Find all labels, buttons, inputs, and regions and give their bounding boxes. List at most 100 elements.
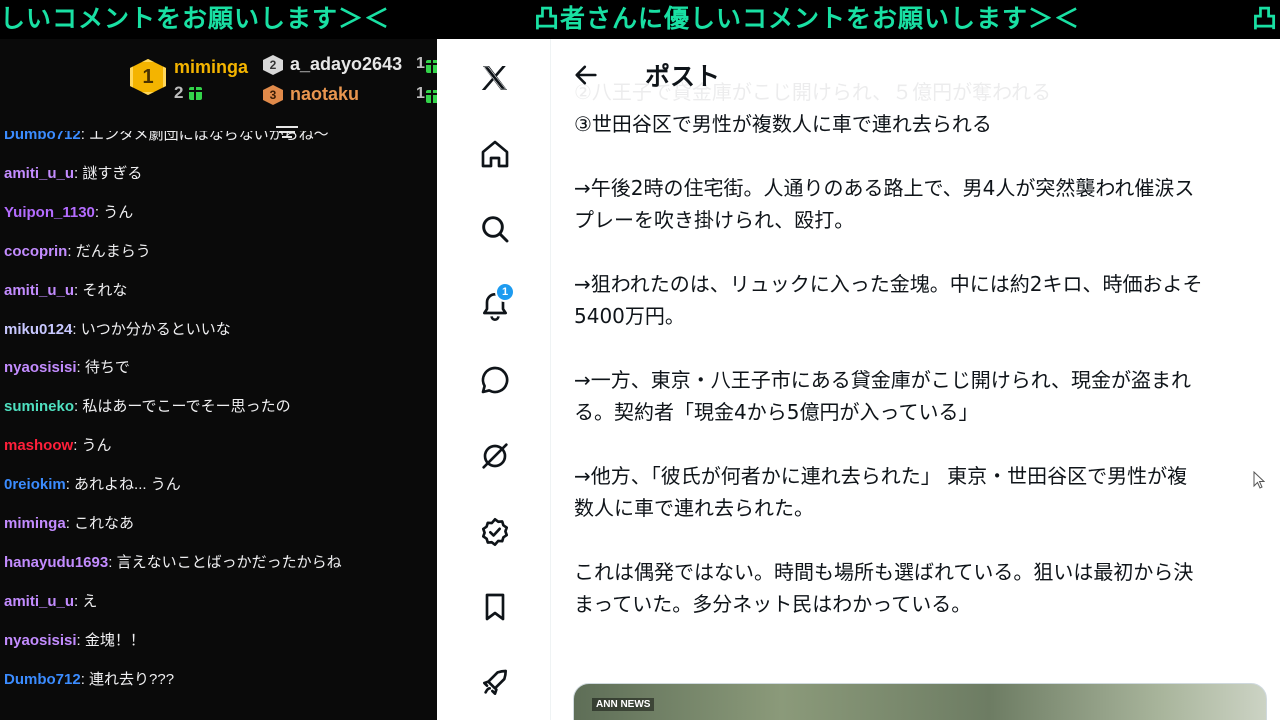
rank-1-badge: 1: [130, 59, 166, 95]
chat-username[interactable]: miku0124: [4, 321, 72, 338]
chat-message-text: うん: [81, 437, 112, 455]
leaderboard-third-name[interactable]: naotaku: [290, 84, 359, 105]
leaderboard-first-name[interactable]: miminga: [174, 57, 248, 78]
x-logo-icon[interactable]: [475, 58, 515, 98]
notification-count-badge: 1: [495, 282, 515, 302]
chat-separator: :: [76, 631, 85, 649]
x-post-view: 1 ②八王子で貸金庫がこじ開けられ、５億円が奪われる③世田谷区で男性が複数人に車…: [437, 39, 1280, 720]
chat-username[interactable]: cocoprin: [4, 243, 67, 260]
chat-message: 0reiokim: あれよね... うん: [4, 473, 181, 497]
ticker-text-right: 凸: [1252, 4, 1279, 33]
post-text-line: プレーを吹き掛けられ、殴打。: [574, 208, 855, 232]
ticker-text-left: しいコメントをお願いします＞＜: [0, 4, 391, 33]
leaderboard-second-name[interactable]: a_adayo2643: [290, 54, 402, 75]
chat-message-text: エンタメ劇団にはならないからね〜: [89, 131, 329, 143]
post-media-thumbnail[interactable]: ANN NEWS: [573, 683, 1267, 720]
chat-message: miminga: これなあ: [4, 512, 134, 536]
chat-username[interactable]: Yuipon_1130: [4, 204, 95, 221]
chat-message: nyaosisisi: 金塊！！: [4, 629, 145, 653]
stream-chat-panel: 1 miminga 2 2 a_adayo2643 1 3 naotaku 1 …: [0, 39, 437, 720]
chat-message-list: Dumbo712: エンタメ劇団にはならないからね〜 amiti_u_u: 謎すぎ…: [0, 131, 437, 720]
page-title: ポスト: [645, 62, 721, 91]
chat-separator: :: [73, 437, 82, 455]
post-detail-column: ②八王子で貸金庫がこじ開けられ、５億円が奪われる③世田谷区で男性が複数人に車で連…: [552, 39, 1280, 720]
chat-message-text: うん: [103, 203, 134, 221]
chat-username[interactable]: nyaosisisi: [4, 359, 77, 376]
chat-separator: :: [80, 131, 90, 143]
leaderboard-third-count: 1: [416, 85, 425, 103]
chat-message: hanayudu1693: 言えないことばっかだったからね: [4, 551, 342, 575]
chat-message: amiti_u_u: え: [4, 590, 97, 614]
ticker-text-mid: 凸者さんに優しいコメントをお願いします＞＜: [534, 4, 1081, 33]
chat-separator: :: [65, 515, 75, 532]
chat-separator: :: [65, 476, 75, 494]
chat-username[interactable]: amiti_u_u: [4, 282, 74, 299]
leaderboard-second-count-value: 1: [416, 55, 425, 72]
x-sidebar-nav: 1: [437, 39, 551, 720]
messages-icon[interactable]: [475, 360, 515, 400]
leaderboard-second-count: 1: [416, 55, 425, 73]
chat-message: mashoow: うん: [4, 434, 112, 458]
back-arrow-icon[interactable]: [572, 61, 600, 89]
chat-message: amiti_u_u: 謎すぎる: [4, 162, 142, 186]
rank-3-badge: 3: [263, 85, 283, 105]
chat-message: sumineko: 私はあーでこーでそー思ったの: [4, 395, 291, 419]
post-text-line: →他方、「彼氏が何者かに連れ去られた」 東京・世田谷区で男性が複: [574, 464, 1188, 488]
chat-username[interactable]: sumineko: [4, 398, 74, 415]
post-text-line: ③世田谷区で男性が複数人に車で連れ去られる: [574, 112, 992, 136]
chat-message-text: それな: [82, 281, 128, 299]
chat-username[interactable]: 0reiokim: [4, 476, 66, 493]
chat-message: nyaosisisi: 待ちで: [4, 356, 130, 380]
grok-icon[interactable]: [475, 436, 515, 476]
chat-username[interactable]: mashoow: [4, 437, 73, 454]
chat-username[interactable]: Dumbo712: [4, 131, 81, 143]
chat-separator: :: [80, 670, 90, 688]
chat-username[interactable]: hanayudu1693: [4, 554, 108, 571]
chat-username[interactable]: nyaosisisi: [4, 632, 77, 649]
leaderboard-first-count: 2: [174, 83, 203, 103]
leaderboard-third-count-value: 1: [416, 85, 425, 102]
chat-message-text: 待ちで: [84, 359, 130, 377]
gift-icon: [189, 86, 203, 100]
chat-username[interactable]: miminga: [4, 515, 66, 532]
post-text-line: →午後2時の住宅街。人通りのある路上で、男4人が突然襲われ催涙ス: [574, 176, 1195, 200]
bookmarks-icon[interactable]: [475, 587, 515, 627]
chat-message-text: いつか分かるといいな: [80, 320, 231, 338]
post-text-line: まっていた。多分ネット民はわかっている。: [574, 592, 972, 616]
post-text-line: 数人に車で連れ去られた。: [574, 496, 814, 520]
chat-message-text: あれよね... うん: [74, 476, 181, 494]
chat-message: Yuipon_1130: うん: [4, 201, 133, 225]
gift-icon: [426, 90, 437, 103]
gift-leaderboard: 1 miminga 2 2 a_adayo2643 1 3 naotaku 1: [0, 39, 437, 138]
post-text-line: →一方、東京・八王子市にある貸金庫がこじ開けられ、現金が盗まれ: [574, 368, 1191, 392]
post-text-line: る。契約者「現金4から5億円が入っている」: [574, 400, 979, 424]
post-header: ポスト: [552, 39, 1280, 111]
chat-message: Dumbo712: 連れ去り???: [4, 668, 174, 692]
chat-separator: :: [76, 359, 85, 377]
post-text-line: 5400万円。: [574, 304, 685, 328]
chat-username[interactable]: Dumbo712: [4, 671, 81, 688]
home-icon[interactable]: [475, 134, 515, 174]
chat-message: amiti_u_u: それな: [4, 279, 127, 303]
chat-message: Dumbo712: エンタメ劇団にはならないからね〜: [4, 131, 329, 147]
chat-separator: :: [72, 320, 81, 338]
gift-icon: [426, 60, 437, 73]
chat-username[interactable]: amiti_u_u: [4, 165, 74, 182]
chat-message-text: これなあ: [74, 515, 135, 532]
chat-message-text: え: [82, 592, 98, 610]
announcement-ticker: しいコメントをお願いします＞＜ 凸者さんに優しいコメントをお願いします＞＜ 凸: [0, 0, 1280, 39]
search-icon[interactable]: [475, 209, 515, 249]
chat-separator: :: [67, 242, 76, 260]
chat-separator: :: [94, 203, 104, 221]
chat-message-text: だんまらう: [75, 242, 151, 260]
post-text-line: これは偶発ではない。時間も場所も選ばれている。狙いは最初から決: [574, 560, 1194, 584]
chat-separator: :: [108, 553, 117, 571]
leaderboard-first-count-value: 2: [174, 83, 184, 102]
chat-message-text: 謎すぎる: [82, 164, 143, 182]
chat-username[interactable]: amiti_u_u: [4, 593, 74, 610]
mouse-cursor-icon: [1253, 471, 1265, 489]
chat-message-text: 連れ去り???: [89, 670, 175, 688]
verified-icon[interactable]: [475, 512, 515, 552]
rank-2-badge: 2: [263, 55, 283, 75]
rocket-icon[interactable]: [475, 663, 515, 703]
